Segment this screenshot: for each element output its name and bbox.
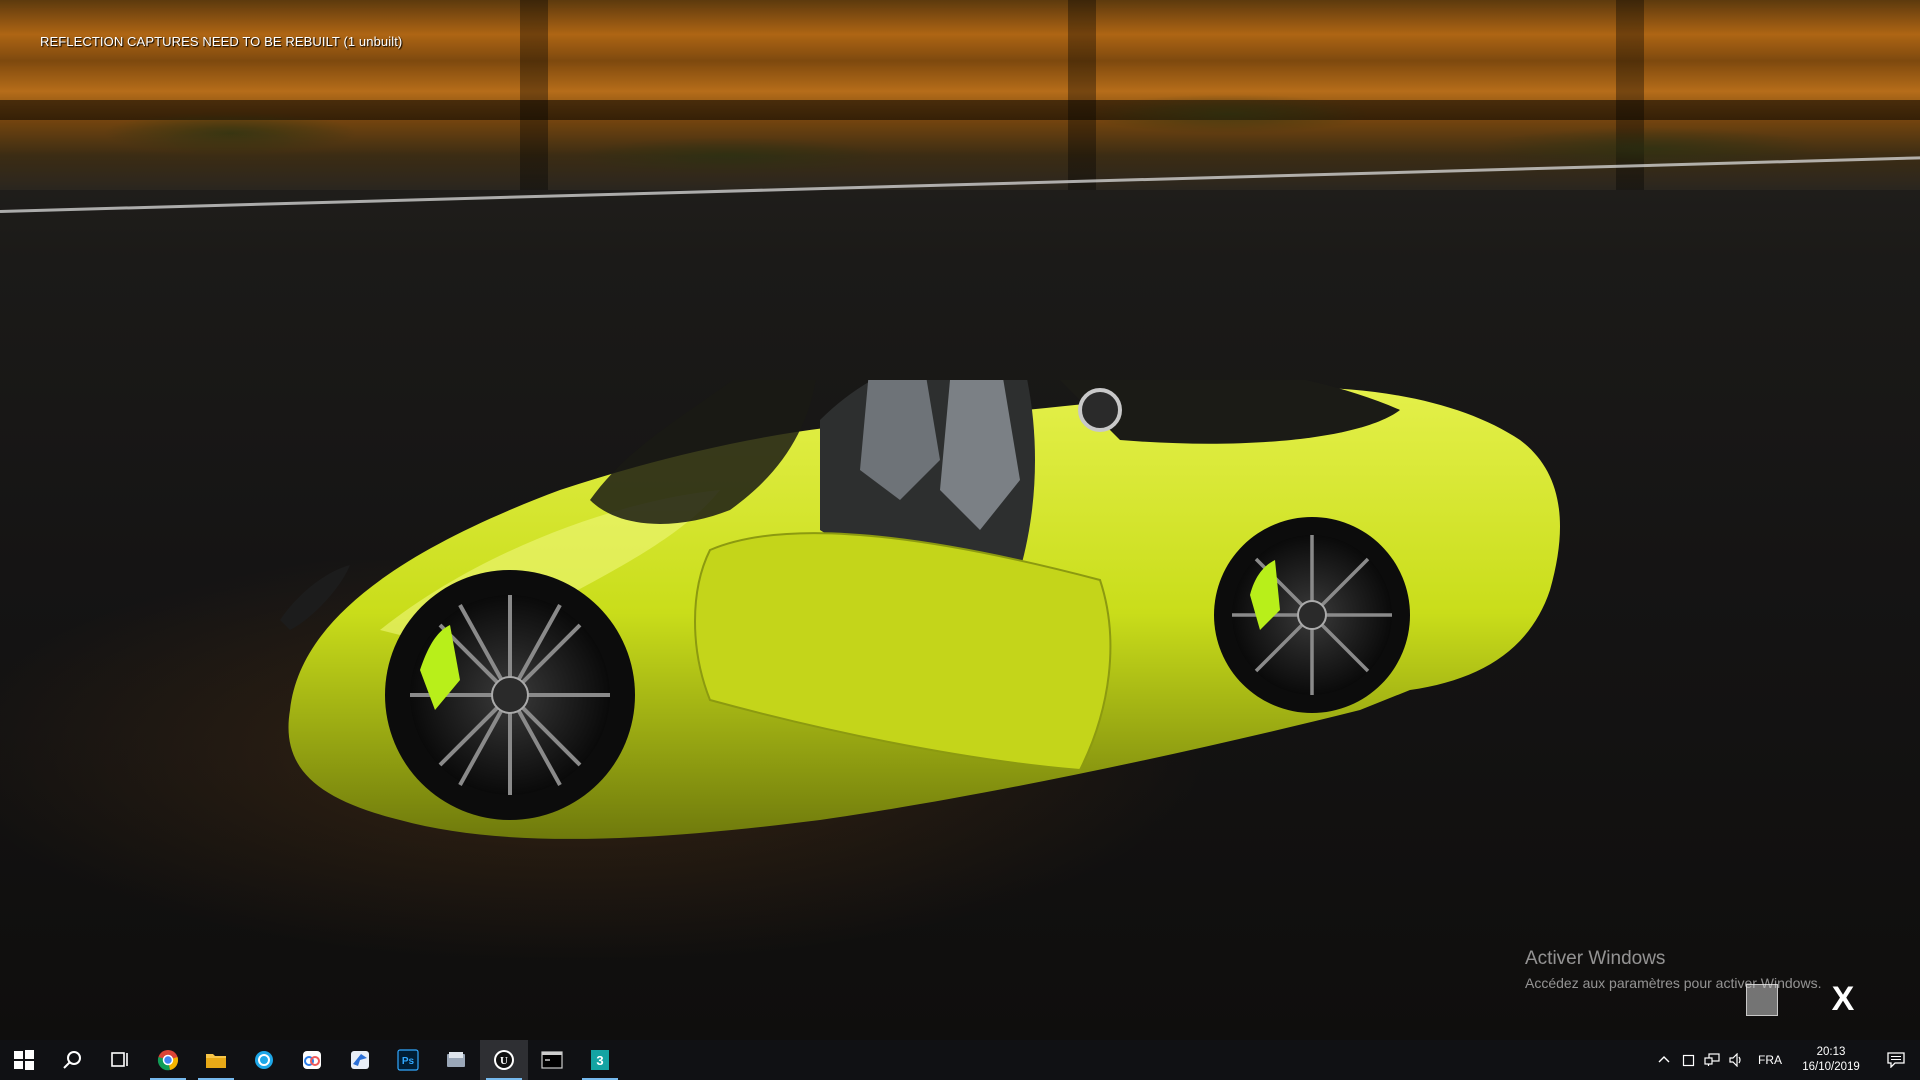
action-center-button[interactable] [1872,1040,1920,1080]
terminal-icon [541,1051,563,1069]
car-fuel-cap [1078,388,1122,432]
taskbar-app-folder[interactable] [432,1040,480,1080]
taskbar-file-explorer[interactable] [192,1040,240,1080]
app-bird-icon [351,1051,369,1069]
taskbar-3ds-max[interactable]: 3 [576,1040,624,1080]
app-folder-icon [447,1052,465,1067]
taskbar-app-cloud[interactable] [288,1040,336,1080]
tray-network-button[interactable] [1700,1040,1724,1080]
volume-icon [1729,1053,1741,1067]
overlay-close-button[interactable]: X [1826,980,1860,1018]
taskbar-app-bird[interactable] [336,1040,384,1080]
svg-text:3: 3 [596,1053,603,1068]
clock-time: 20:13 [1816,1046,1846,1058]
task-view-button[interactable] [96,1040,144,1080]
tray-overflow-button[interactable] [1652,1040,1676,1080]
tablet-icon [1682,1054,1694,1066]
car-rear-wheel [1214,517,1410,713]
svg-text:U: U [500,1055,508,1067]
porsche-918-spyder-car [280,380,1560,839]
sunlit-wall-background [0,0,1920,190]
search-icon [63,1051,81,1069]
unreal-engine-icon: U [494,1050,514,1070]
tray-tablet-button[interactable] [1676,1040,1700,1080]
tray-volume-button[interactable] [1724,1040,1750,1080]
3ds-max-icon: 3 [591,1050,609,1070]
chevron-up-icon [1658,1056,1670,1063]
file-explorer-icon [206,1054,226,1068]
car-front-wheel [385,570,635,820]
search-button[interactable] [48,1040,96,1080]
app-blue-icon [255,1051,273,1069]
photoshop-icon: Ps [397,1049,419,1071]
network-icon [1704,1053,1720,1066]
clock[interactable]: 20:13 16/10/2019 [1790,1040,1872,1080]
language-indicator[interactable]: FRA [1750,1040,1790,1080]
system-tray: FRA 20:13 16/10/2019 [1652,1040,1920,1080]
clock-date: 16/10/2019 [1802,1061,1860,1073]
taskbar-unreal-engine[interactable]: U [480,1040,528,1080]
notification-icon [1887,1052,1905,1068]
overlay-settings-button[interactable] [1746,984,1778,1016]
start-button[interactable] [0,1040,48,1080]
taskbar-photoshop[interactable]: Ps [384,1040,432,1080]
chrome-icon [157,1050,179,1071]
taskbar-terminal[interactable] [528,1040,576,1080]
taskbar-app-blue[interactable] [240,1040,288,1080]
app-cloud-icon [303,1051,321,1069]
task-view-icon [111,1052,128,1067]
taskbar-chrome[interactable] [144,1040,192,1080]
svg-text:Ps: Ps [402,1056,415,1067]
start-icon [14,1050,34,1070]
windows-taskbar: Ps U 3 FRA 20:13 16/10/2019 [0,1040,1920,1080]
reflection-captures-warning: REFLECTION CAPTURES NEED TO BE REBUILT (… [40,34,403,49]
game-viewport[interactable]: REFLECTION CAPTURES NEED TO BE REBUILT (… [0,0,1920,1040]
watermark-title: Activer Windows [1525,948,1666,969]
